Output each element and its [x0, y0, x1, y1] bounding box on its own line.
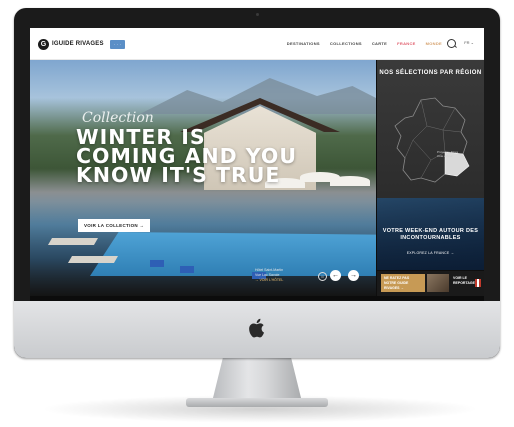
logo-mark-icon: G — [38, 38, 49, 50]
logo-tag-badge: · · · — [109, 39, 126, 49]
regions-panel[interactable]: NOS SÉLECTIONS PAR RÉGION Provence-Alpes… — [377, 60, 484, 198]
language-selector[interactable]: FR ⌄ — [464, 40, 474, 45]
site-header: G IGUIDE RIVAGES · · · DESTINATIONS COLL… — [30, 28, 484, 60]
main-nav: DESTINATIONS COLLECTIONS CARTE FRANCE MO… — [287, 41, 442, 46]
sunbed-image — [67, 256, 119, 263]
map-region-label: Provence-Alpes Côte d'Azur — [437, 150, 458, 158]
regions-title: NOS SÉLECTIONS PAR RÉGION — [379, 70, 482, 76]
view-collection-button[interactable]: VOIR LA COLLECTION → — [78, 219, 151, 232]
hero-caption: Hôtel Saint-Martin Vue Lac Savoie → VOIR… — [255, 268, 283, 283]
website-screen: G IGUIDE RIVAGES · · · DESTINATIONS COLL… — [30, 28, 484, 301]
prev-slide-icon[interactable]: ← — [330, 270, 341, 281]
sunbed-image — [47, 238, 99, 245]
france-map-icon[interactable] — [391, 96, 471, 186]
search-icon[interactable] — [447, 39, 456, 48]
imac-stand-neck — [212, 358, 302, 402]
site-logo[interactable]: G IGUIDE RIVAGES · · · — [38, 38, 126, 50]
nav-item-collections[interactable]: COLLECTIONS — [330, 41, 362, 46]
imac-monitor: G IGUIDE RIVAGES · · · DESTINATIONS COLL… — [14, 8, 500, 358]
caption-link[interactable]: → VOIR L'HÔTEL — [255, 278, 283, 283]
weekend-panel[interactable]: VOTRE WEEK-END AUTOUR DES INCONTOURNABLE… — [377, 198, 484, 270]
parasol-image — [330, 176, 370, 186]
camera-dot — [256, 13, 259, 16]
next-slide-icon[interactable]: → — [348, 270, 359, 281]
report-thumbnail-image — [427, 274, 449, 292]
nav-item-destinations[interactable]: DESTINATIONS — [287, 41, 320, 46]
apple-logo-icon — [249, 318, 265, 338]
logo-text: IGUIDE RIVAGES — [52, 41, 104, 47]
weekend-title: VOTRE WEEK-END AUTOUR DES INCONTOURNABLE… — [382, 228, 479, 241]
cushion-image — [150, 260, 164, 267]
hero-title: WINTER IS COMING AND YOU KNOW IT'S TRUE — [76, 125, 297, 187]
map-label-line2: Côte d'Azur — [437, 154, 453, 158]
pause-icon[interactable]: II — [318, 272, 327, 281]
explore-france-link[interactable]: EXPLOREZ LA FRANCE → — [377, 251, 484, 255]
flag-icon — [475, 279, 481, 287]
nav-item-france[interactable]: FRANCE — [397, 41, 415, 46]
nav-item-carte[interactable]: CARTE — [372, 41, 387, 46]
hero-script-label: Collection — [82, 110, 154, 126]
guide-promo-button[interactable]: NE RATEZ PAS NOTRE GUIDE RIVAGES → — [381, 274, 425, 292]
imac-stand-base — [186, 398, 328, 407]
nav-item-monde[interactable]: MONDE — [426, 41, 442, 46]
imac-chin — [14, 301, 500, 358]
promo-strip: NE RATEZ PAS NOTRE GUIDE RIVAGES → VOIR … — [377, 271, 484, 296]
hero-banner: Collection WINTER IS COMING AND YOU KNOW… — [30, 60, 376, 296]
cushion-image — [180, 266, 194, 273]
